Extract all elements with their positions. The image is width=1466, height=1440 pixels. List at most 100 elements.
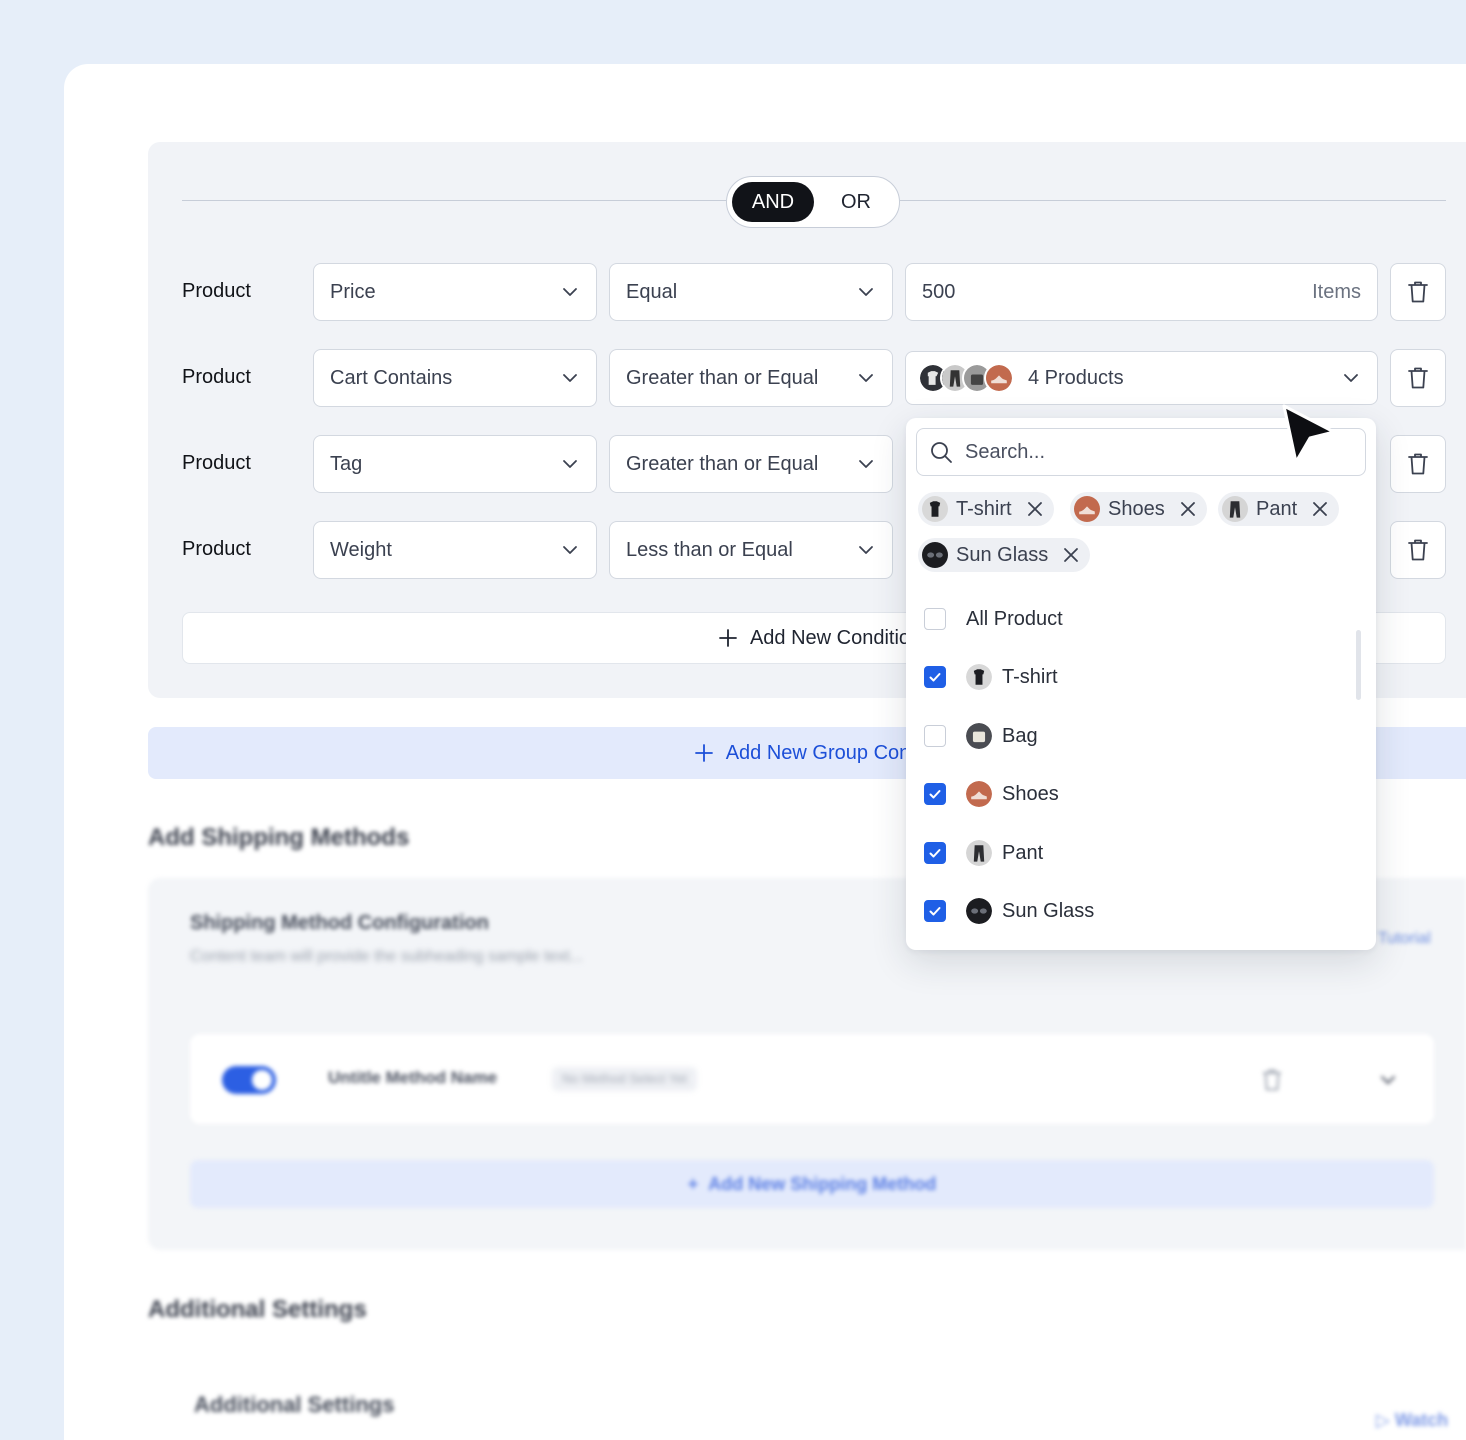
chevron-down-icon bbox=[563, 288, 577, 296]
plus-icon: + bbox=[687, 1173, 699, 1194]
checkbox[interactable] bbox=[924, 725, 946, 747]
add-condition-label: Add New Conditio bbox=[749, 626, 911, 649]
play-icon: ▷ bbox=[1376, 1410, 1395, 1430]
check-icon bbox=[929, 849, 941, 858]
chip-label: T-shirt bbox=[956, 497, 1012, 520]
value-input-text: 500 bbox=[922, 280, 956, 303]
trash-icon bbox=[1408, 539, 1428, 561]
delete-row-button[interactable] bbox=[1390, 263, 1446, 321]
trash-icon bbox=[1408, 281, 1428, 303]
sunglass-thumb-icon bbox=[966, 898, 992, 924]
close-icon[interactable] bbox=[1311, 500, 1329, 518]
product-dropdown: Search... T-shirt Shoes Pant Sun Glass A… bbox=[906, 418, 1376, 950]
operator-select[interactable]: Less than or Equal bbox=[609, 521, 893, 579]
additional-subtitle: Additional Settings bbox=[194, 1392, 395, 1417]
option-label: T-shirt bbox=[1002, 665, 1058, 688]
add-group-label: Add New Group Conc bbox=[725, 741, 921, 764]
shoes-thumb-icon bbox=[984, 363, 1014, 393]
field-select-value: Cart Contains bbox=[330, 366, 453, 389]
row-label: Product bbox=[182, 452, 251, 474]
row-label: Product bbox=[182, 538, 251, 560]
delete-row-button[interactable] bbox=[1390, 435, 1446, 493]
watch-label: Watch bbox=[1394, 1410, 1449, 1430]
option-label: Sun Glass bbox=[1002, 899, 1095, 922]
operator-select[interactable]: Greater than or Equal bbox=[609, 349, 893, 407]
shoes-thumb-icon bbox=[966, 781, 992, 807]
field-select[interactable]: Tag bbox=[313, 435, 597, 493]
method-enable-toggle[interactable] bbox=[222, 1066, 276, 1094]
check-icon bbox=[929, 673, 941, 682]
chevron-down-icon bbox=[859, 288, 873, 296]
close-icon[interactable] bbox=[1179, 500, 1197, 518]
product-multiselect[interactable]: 4 Products bbox=[905, 351, 1378, 405]
tshirt-thumb-icon bbox=[922, 496, 948, 522]
selected-product-avatars bbox=[918, 363, 1014, 393]
trash-icon bbox=[1408, 453, 1428, 475]
checkbox[interactable] bbox=[924, 608, 946, 630]
dropdown-scrollbar[interactable] bbox=[1356, 630, 1361, 700]
check-icon bbox=[929, 907, 941, 916]
search-icon bbox=[931, 442, 952, 463]
option-all-product[interactable]: All Product bbox=[924, 599, 1063, 639]
add-shipping-method-label: Add New Shipping Method bbox=[708, 1173, 937, 1194]
operator-select-value: Less than or Equal bbox=[626, 538, 793, 561]
watch-link[interactable]: ▷ Watch bbox=[1376, 1410, 1448, 1431]
option-pant[interactable]: Pant bbox=[924, 833, 1043, 873]
add-shipping-method-button[interactable]: + Add New Shipping Method bbox=[190, 1160, 1434, 1208]
tshirt-thumb-icon bbox=[966, 664, 992, 690]
field-select[interactable]: Weight bbox=[313, 521, 597, 579]
selected-chip: T-shirt bbox=[918, 492, 1054, 526]
option-label: All Product bbox=[966, 607, 1063, 630]
plus-icon bbox=[694, 744, 713, 762]
divider-left bbox=[182, 200, 726, 201]
trash-icon[interactable] bbox=[1260, 1066, 1284, 1094]
close-icon[interactable] bbox=[1026, 500, 1044, 518]
chevron-down-icon bbox=[859, 460, 873, 468]
delete-row-button[interactable] bbox=[1390, 349, 1446, 407]
or-toggle-button[interactable]: OR bbox=[823, 182, 889, 222]
operator-select[interactable]: Greater than or Equal bbox=[609, 435, 893, 493]
selected-chip: Sun Glass bbox=[918, 538, 1091, 572]
sunglass-thumb-icon bbox=[922, 542, 948, 568]
check-icon bbox=[929, 790, 941, 799]
value-input[interactable]: 500 Items bbox=[905, 263, 1378, 321]
checkbox[interactable] bbox=[924, 842, 946, 864]
option-label: Pant bbox=[1002, 841, 1044, 864]
method-status-badge: No Method Select Yet bbox=[552, 1067, 698, 1091]
value-unit-label: Items bbox=[1312, 280, 1361, 303]
operator-select-value: Equal bbox=[626, 280, 678, 303]
operator-select[interactable]: Equal bbox=[609, 263, 893, 321]
chevron-down-icon bbox=[563, 546, 577, 554]
field-select-value: Price bbox=[330, 280, 376, 303]
field-select-value: Tag bbox=[330, 452, 363, 475]
field-select[interactable]: Price bbox=[313, 263, 597, 321]
option-sun-glass[interactable]: Sun Glass bbox=[924, 891, 1094, 931]
and-or-toggle: AND OR bbox=[726, 176, 900, 228]
checkbox[interactable] bbox=[924, 783, 946, 805]
option-shoes[interactable]: Shoes bbox=[924, 774, 1059, 814]
chevron-down-icon bbox=[563, 374, 577, 382]
tutorial-link[interactable]: Tutorial bbox=[1378, 930, 1431, 948]
mouse-cursor-icon bbox=[1282, 404, 1336, 464]
field-select[interactable]: Cart Contains bbox=[313, 349, 597, 407]
option-label: Bag bbox=[1002, 724, 1038, 747]
row-label: Product bbox=[182, 280, 251, 302]
chevron-down-icon bbox=[1344, 374, 1358, 382]
shipping-panel-title: Shipping Method Configuration bbox=[190, 912, 489, 934]
divider-right bbox=[900, 200, 1446, 201]
chevron-down-icon bbox=[859, 374, 873, 382]
checkbox[interactable] bbox=[924, 900, 946, 922]
delete-row-button[interactable] bbox=[1390, 521, 1446, 579]
option-tshirt[interactable]: T-shirt bbox=[924, 657, 1058, 697]
additional-section-title: Additional Settings bbox=[148, 1296, 367, 1323]
plus-icon bbox=[719, 629, 737, 647]
and-toggle-button[interactable]: AND bbox=[732, 182, 814, 222]
selected-chip: Shoes bbox=[1070, 492, 1207, 526]
option-bag[interactable]: Bag bbox=[924, 716, 1038, 756]
chip-label: Pant bbox=[1256, 497, 1298, 520]
pant-thumb-icon bbox=[1222, 496, 1248, 522]
chevron-down-icon[interactable] bbox=[1378, 1070, 1398, 1090]
close-icon[interactable] bbox=[1062, 546, 1080, 564]
checkbox[interactable] bbox=[924, 666, 946, 688]
chevron-down-icon bbox=[563, 460, 577, 468]
